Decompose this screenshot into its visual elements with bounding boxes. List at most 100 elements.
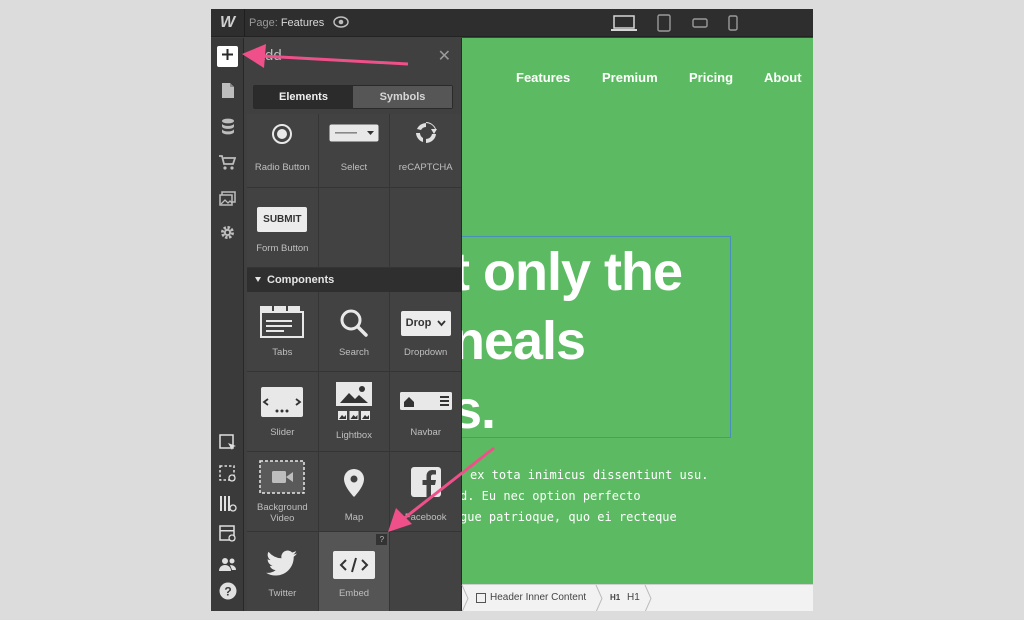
components-row: Tabs Search Drop Dropdown: [247, 292, 461, 372]
element-select[interactable]: Select: [318, 114, 391, 188]
component-map[interactable]: Map: [318, 452, 391, 532]
component-label: Lightbox: [336, 430, 372, 441]
component-search[interactable]: Search: [318, 292, 391, 372]
elements-row: Radio Button Select reCAPTCHA: [247, 114, 461, 188]
design-canvas[interactable]: Features Premium Pricing About t only th…: [462, 38, 813, 611]
preview-eye-icon[interactable]: [333, 15, 349, 34]
layout-preview-button[interactable]: [217, 525, 238, 548]
dropdown-chip-text: Drop: [405, 317, 432, 329]
tabs-icon: [247, 306, 318, 338]
mobile-portrait-icon[interactable]: [725, 12, 741, 34]
component-tabs[interactable]: Tabs: [247, 292, 319, 372]
element-label: Radio Button: [254, 162, 310, 173]
submit-button-icon: SUBMIT: [247, 207, 318, 232]
grid-overlay-button[interactable]: [217, 496, 238, 517]
select-element-button[interactable]: [217, 434, 238, 457]
nav-link-premium[interactable]: Premium: [602, 70, 658, 85]
search-icon: [319, 308, 390, 338]
tab-symbols[interactable]: Symbols: [353, 86, 452, 108]
component-lightbox[interactable]: Lightbox: [318, 372, 391, 452]
nav-link-features[interactable]: Features: [516, 70, 570, 85]
twitter-icon: [247, 550, 318, 576]
users-icon: [218, 556, 237, 577]
dashed-box-eye-icon: [218, 465, 237, 488]
site-navbar: Features Premium Pricing About: [462, 70, 813, 88]
pages-button[interactable]: [217, 82, 238, 103]
element-label: reCAPTCHA: [398, 162, 453, 173]
select-icon: [319, 124, 390, 142]
layout-eye-icon: [218, 525, 237, 548]
page-selector[interactable]: Page: Features: [249, 17, 324, 29]
component-label: Facebook: [404, 512, 447, 523]
top-bar: W Page: Features: [211, 9, 813, 37]
help-button[interactable]: ?: [217, 582, 238, 604]
components-row: Slider Lightbox Navbar: [247, 372, 461, 452]
empty-cell: [318, 188, 391, 268]
desktop-icon[interactable]: [610, 12, 638, 34]
breadcrumb-separator-icon: [644, 585, 652, 611]
grid-columns-icon: [219, 495, 237, 518]
hero-heading-line: t only the: [462, 242, 683, 302]
hero-heading-line: neals: [462, 311, 586, 371]
components-title: Components: [267, 274, 335, 286]
close-icon[interactable]: ✕: [438, 46, 451, 66]
heading-tag-icon: H1: [610, 593, 621, 602]
component-navbar[interactable]: Navbar: [390, 372, 461, 452]
component-slider[interactable]: Slider: [247, 372, 319, 452]
panel-title: Add: [255, 47, 282, 64]
breadcrumb-separator-icon: [461, 585, 469, 611]
svg-text:?: ?: [224, 585, 231, 599]
webflow-logo[interactable]: W: [211, 9, 245, 37]
nav-link-about[interactable]: About: [764, 70, 802, 85]
recaptcha-icon: [390, 120, 461, 146]
component-label: Twitter: [268, 588, 297, 599]
component-label: Slider: [270, 427, 295, 438]
cursor-select-icon: [218, 434, 237, 457]
radio-button-icon: [247, 124, 318, 144]
component-label: Map: [344, 512, 364, 523]
nav-link-pricing[interactable]: Pricing: [689, 70, 733, 85]
component-facebook[interactable]: Facebook: [390, 452, 461, 532]
tab-elements[interactable]: Elements: [254, 86, 353, 108]
element-label: Select: [340, 162, 368, 173]
dropdown-chip: Drop: [400, 311, 451, 336]
background-video-icon: [247, 460, 318, 494]
empty-cell: [390, 188, 461, 268]
help-badge[interactable]: ?: [376, 534, 388, 545]
cms-button[interactable]: [217, 118, 238, 139]
component-twitter[interactable]: Twitter: [247, 532, 319, 611]
page-name: Features: [280, 17, 325, 29]
users-button[interactable]: [217, 556, 238, 577]
embed-icon: [319, 551, 390, 579]
gear-icon: [219, 224, 236, 246]
components-section-header[interactable]: Components: [247, 268, 461, 292]
component-background-video[interactable]: Background Video: [247, 452, 319, 532]
element-label: Form Button: [256, 243, 309, 254]
ecommerce-button[interactable]: [217, 154, 238, 175]
breadcrumb-item-header-inner-content[interactable]: Header Inner Content: [490, 592, 586, 603]
settings-button[interactable]: [217, 224, 238, 245]
component-embed[interactable]: ? Embed: [318, 532, 391, 611]
mobile-landscape-icon[interactable]: [691, 12, 709, 34]
page-icon: [221, 82, 235, 104]
element-radio-button[interactable]: Radio Button: [247, 114, 319, 188]
add-panel-button[interactable]: [217, 46, 238, 67]
map-pin-icon: [319, 468, 390, 498]
tablet-icon[interactable]: [655, 12, 673, 34]
components-row: Twitter ? Embed: [247, 532, 461, 611]
caret-down-icon: [255, 277, 261, 282]
component-dropdown[interactable]: Drop Dropdown: [390, 292, 461, 372]
add-panel: Add ✕ Elements Symbols Radio Button Sele…: [245, 38, 462, 611]
dropdown-icon: Drop: [390, 311, 461, 336]
breadcrumb-separator-icon: [595, 585, 603, 611]
slider-icon: [247, 386, 318, 418]
preview-bounds-button[interactable]: [217, 465, 238, 488]
element-form-button[interactable]: SUBMIT Form Button: [247, 188, 319, 268]
breadcrumb-item-h1[interactable]: H1: [627, 592, 640, 603]
breadcrumb: Header Inner Content H1 H1: [461, 584, 813, 611]
images-icon: [219, 190, 236, 211]
element-recaptcha[interactable]: reCAPTCHA: [390, 114, 461, 188]
lightbox-icon: [319, 381, 390, 423]
assets-button[interactable]: [217, 190, 238, 211]
component-label: Dropdown: [404, 347, 448, 358]
